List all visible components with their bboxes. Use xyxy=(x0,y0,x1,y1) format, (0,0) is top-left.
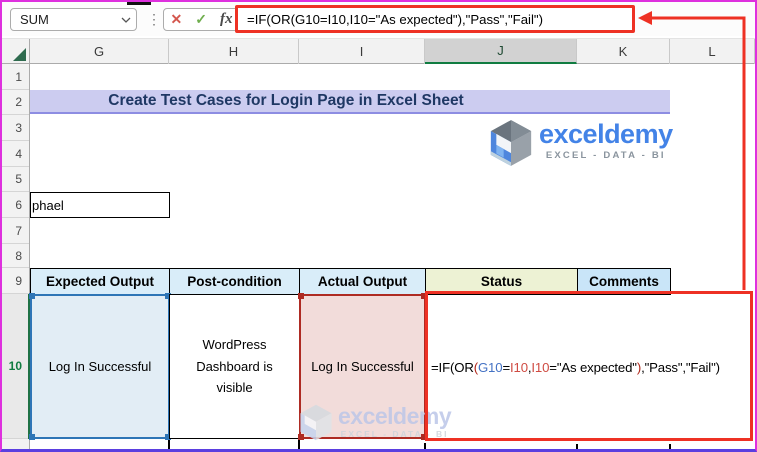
ribbon-edge-artifact xyxy=(127,2,151,5)
more-options-icon[interactable]: ⋮ xyxy=(147,7,161,31)
table-border-stub xyxy=(576,444,578,449)
cell-g10-text: Log In Successful xyxy=(48,359,152,374)
table-border-stub xyxy=(298,440,300,449)
annotation-rectangle-j10 xyxy=(425,291,753,441)
row-header-4[interactable]: 4 xyxy=(2,141,29,167)
page-title: Create Test Cases for Login Page in Exce… xyxy=(108,92,464,109)
cell-i10-text: Log In Successful xyxy=(311,359,414,374)
range-handle[interactable] xyxy=(29,293,35,299)
row-header-10-selected[interactable]: 10 xyxy=(2,294,29,439)
column-header-row: G H I J K L xyxy=(2,38,755,64)
column-header-g[interactable]: G xyxy=(30,39,169,64)
header-expected-output[interactable]: Expected Output xyxy=(30,268,170,295)
range-handle[interactable] xyxy=(298,293,304,299)
range-handle[interactable] xyxy=(29,434,35,440)
insert-function-icon[interactable]: fx xyxy=(220,11,233,28)
row-header-8[interactable]: 8 xyxy=(2,244,29,268)
table-border-stub xyxy=(669,444,671,449)
name-box-value: SUM xyxy=(20,12,49,27)
header-post-condition[interactable]: Post-condition xyxy=(169,268,300,295)
column-header-j-selected[interactable]: J xyxy=(425,39,577,64)
title-banner[interactable]: Create Test Cases for Login Page in Exce… xyxy=(30,90,670,114)
cell-h10-post-condition[interactable]: WordPress Dashboard is visible xyxy=(169,294,300,439)
row-header-2[interactable]: 2 xyxy=(2,90,29,115)
column-header-h[interactable]: H xyxy=(169,39,299,64)
row-header-6[interactable]: 6 xyxy=(2,192,29,218)
logo-tagline-text: EXCEL - DATA - BI xyxy=(545,150,666,161)
row-header-9[interactable]: 9 xyxy=(2,268,29,294)
row-header-3[interactable]: 3 xyxy=(2,115,29,141)
enter-icon[interactable]: ✓ xyxy=(195,11,207,28)
select-all-triangle-icon xyxy=(13,48,26,61)
cell-g6-text: phael xyxy=(32,197,64,213)
header-actual-output[interactable]: Actual Output xyxy=(299,268,426,295)
row-header-7[interactable]: 7 xyxy=(2,218,29,244)
cancel-icon[interactable]: ✕ xyxy=(171,11,183,28)
column-header-l[interactable]: L xyxy=(670,39,755,64)
row-header-5[interactable]: 5 xyxy=(2,167,29,192)
exceldemy-logo: exceldemy EXCEL - DATA - BI xyxy=(489,119,673,167)
logo-brand-text: exceldemy xyxy=(539,119,673,149)
column-header-k[interactable]: K xyxy=(577,39,670,64)
column-header-i[interactable]: I xyxy=(299,39,425,64)
formula-bar-input[interactable]: =IF(OR(G10=I10,I10="As expected"),"Pass"… xyxy=(235,5,635,33)
select-all-button[interactable] xyxy=(2,39,30,64)
cell-g10-expected-output[interactable]: Log In Successful xyxy=(29,293,171,440)
table-border-stub xyxy=(168,440,170,449)
chevron-down-icon[interactable] xyxy=(116,17,136,23)
table-border-stub xyxy=(424,443,426,449)
cell-h10-text: WordPress Dashboard is visible xyxy=(196,337,273,396)
formula-buttons-group: ✕ ✓ fx xyxy=(163,8,240,31)
cube-icon xyxy=(490,120,532,166)
excel-screenshot: SUM ⋮ ✕ ✓ fx =IF(OR(G10=I10,I10="As expe… xyxy=(0,0,757,452)
formula-bar-text: =IF(OR(G10=I10,I10="As expected"),"Pass"… xyxy=(247,11,543,27)
cell-g6[interactable]: phael xyxy=(30,192,170,218)
cube-watermark-icon xyxy=(300,404,332,441)
row-header-column: 1 2 3 4 5 6 7 8 9 10 xyxy=(2,64,30,449)
row-header-1[interactable]: 1 xyxy=(2,64,29,90)
formula-bar-strip: SUM ⋮ ✕ ✓ fx =IF(OR(G10=I10,I10="As expe… xyxy=(2,2,755,36)
name-box[interactable]: SUM xyxy=(10,8,137,31)
